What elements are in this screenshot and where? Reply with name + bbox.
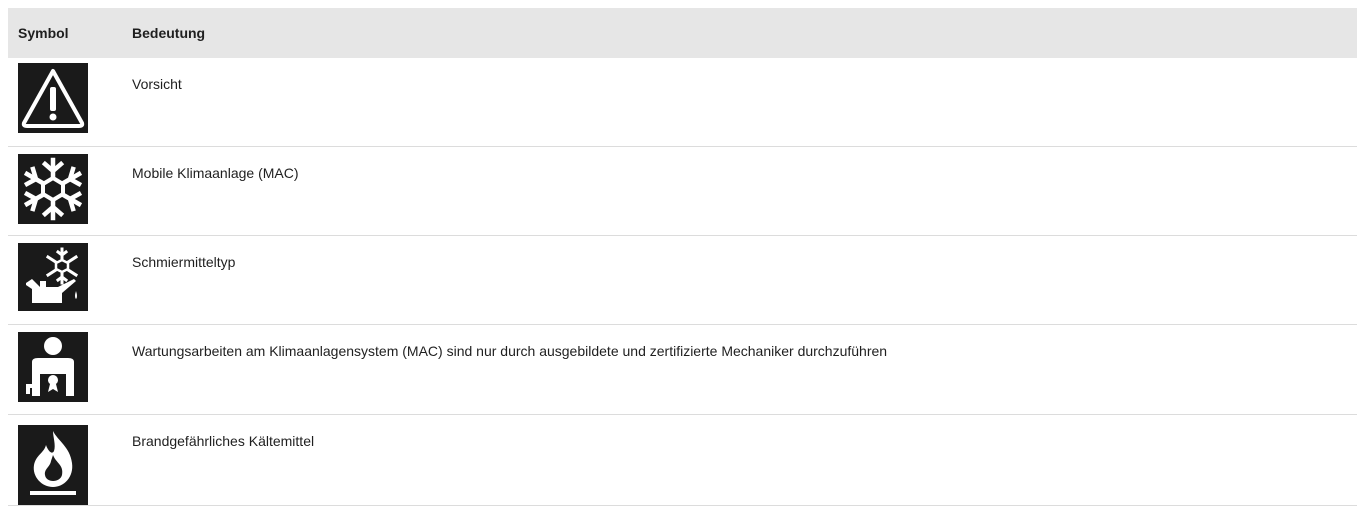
symbol-table: Symbol Bedeutung Vorsicht Mobile Klimaan… xyxy=(8,8,1357,506)
row-text: Vorsicht xyxy=(132,76,182,92)
table-row: Mobile Klimaanlage (MAC) xyxy=(8,147,1357,236)
table-row: Wartungsarbeiten am Klimaanlagensystem (… xyxy=(8,325,1357,415)
flame-icon xyxy=(18,425,88,505)
row-text: Schmiermitteltyp xyxy=(132,254,236,270)
row-text: Brandgefährliches Kältemittel xyxy=(132,433,315,449)
header-meaning: Bedeutung xyxy=(132,25,206,41)
table-row: Vorsicht xyxy=(8,58,1357,147)
table-header-row: Symbol Bedeutung xyxy=(8,8,1357,58)
row-text: Mobile Klimaanlage (MAC) xyxy=(132,165,299,181)
oil-can-snowflake-icon xyxy=(18,243,88,311)
row-text: Wartungsarbeiten am Klimaanlagensystem (… xyxy=(132,343,888,359)
certified-mechanic-icon xyxy=(18,332,88,402)
snowflake-icon xyxy=(18,154,88,224)
header-symbol: Symbol xyxy=(18,25,69,41)
warning-triangle-icon xyxy=(18,63,88,133)
table-row: Brandgefährliches Kältemittel xyxy=(8,415,1357,506)
table-row: Schmiermitteltyp xyxy=(8,236,1357,325)
